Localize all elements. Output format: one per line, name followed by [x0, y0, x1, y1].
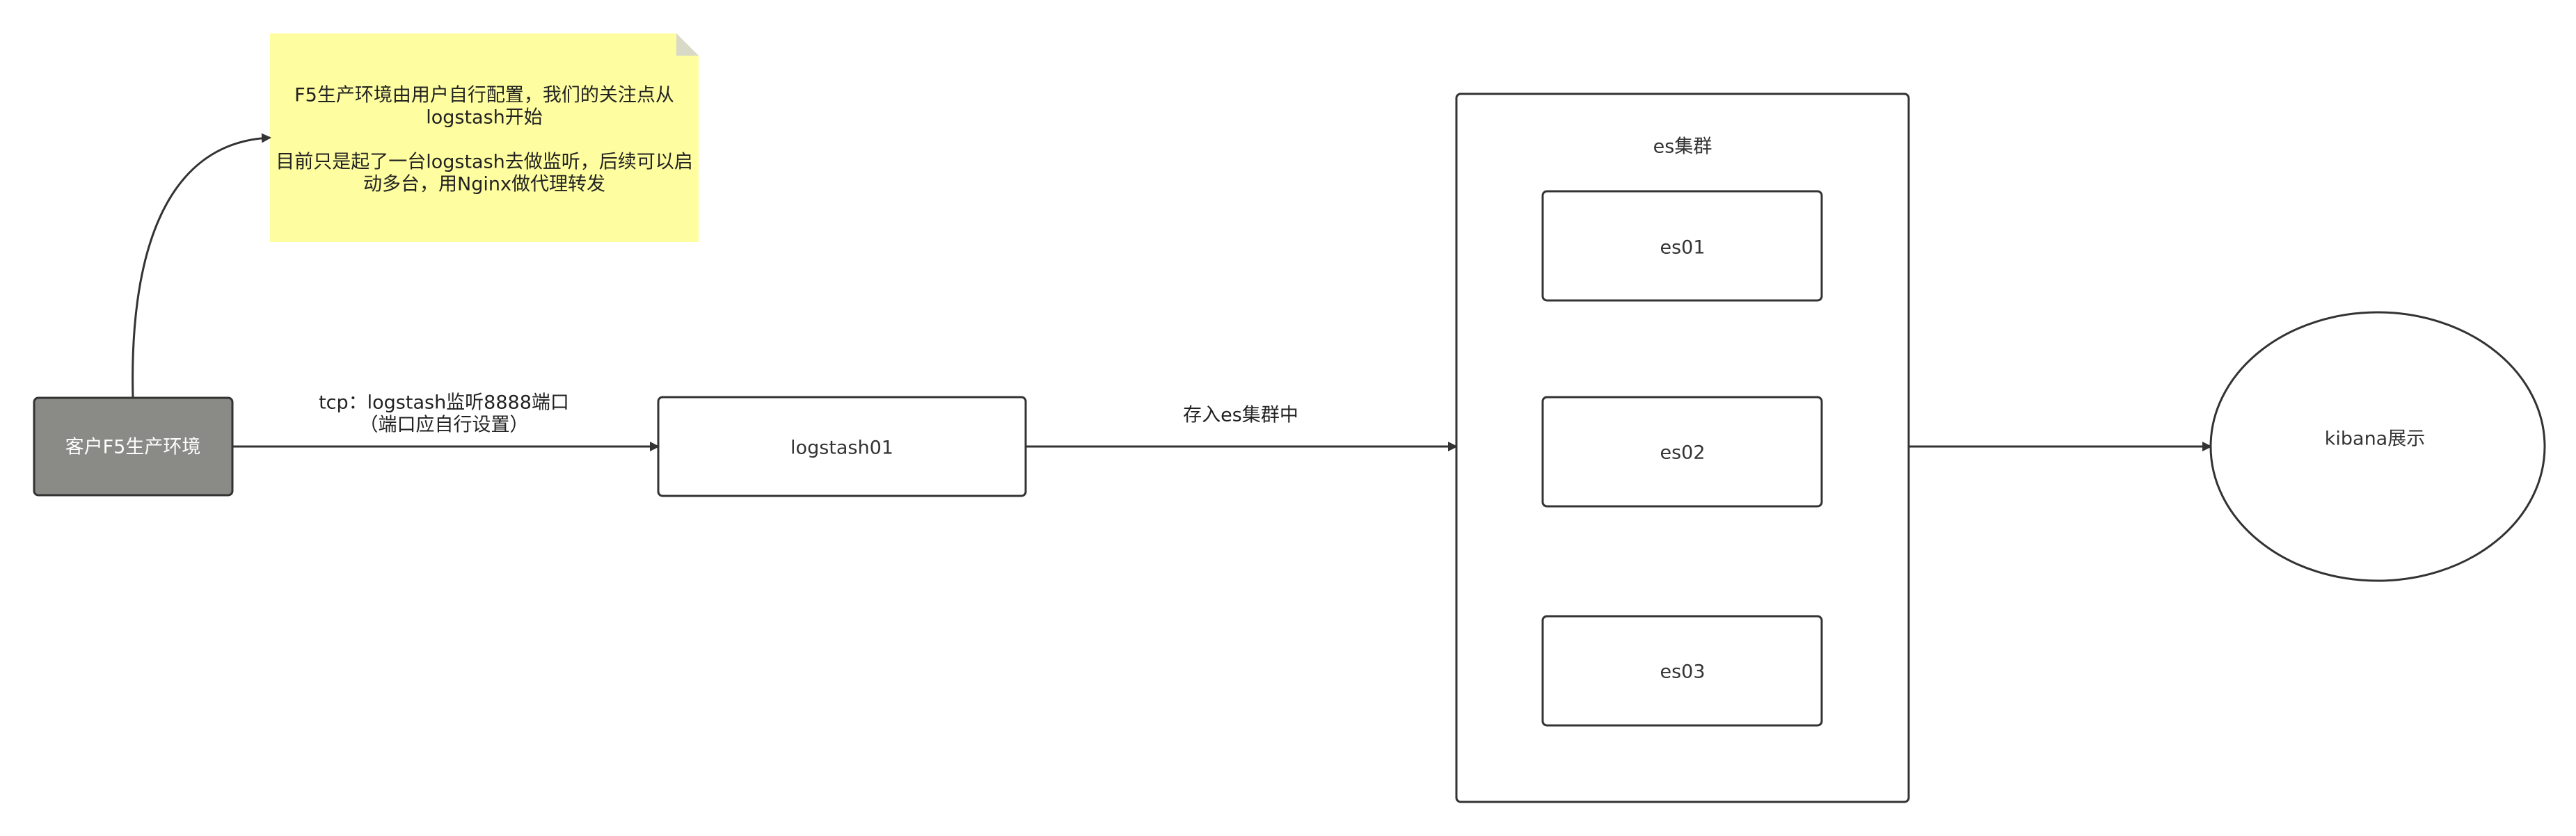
es02-label: es02 [1660, 442, 1705, 464]
node-client[interactable]: 客户F5生产环境 [33, 396, 234, 497]
note-line-3: 目前只是起了一台logstash去做监听，后续可以启 [276, 152, 693, 173]
logstash-label: logstash01 [790, 437, 893, 459]
cluster-label: es集群 [1653, 136, 1712, 158]
kibana-label: kibana展示 [2325, 428, 2425, 450]
architecture-diagram: F5生产环境由用户自行配置，我们的关注点从 logstash开始 目前只是起了一… [33, 33, 2546, 803]
edge-label-tcp: tcp：logstash监听8888端口 [319, 392, 569, 414]
note-line-2: logstash开始 [426, 107, 543, 129]
note-fold-corner [676, 33, 699, 56]
note-body [270, 33, 699, 242]
sticky-note[interactable]: F5生产环境由用户自行配置，我们的关注点从 logstash开始 目前只是起了一… [270, 33, 699, 242]
edge-client-to-note[interactable] [132, 133, 271, 399]
client-label: 客户F5生产环境 [65, 437, 201, 458]
node-kibana[interactable]: kibana展示 [2209, 311, 2546, 582]
es03-label: es03 [1660, 661, 1705, 683]
edge-label-port-note: （端口应自行设置） [360, 415, 529, 436]
node-logstash01[interactable]: logstash01 [657, 396, 1027, 497]
note-line-4: 动多台，用Nginx做代理转发 [363, 174, 605, 195]
node-es01[interactable]: es01 [1541, 190, 1823, 302]
node-es03[interactable]: es03 [1541, 615, 1823, 727]
es01-label: es01 [1660, 237, 1705, 259]
note-line-1: F5生产环境由用户自行配置，我们的关注点从 [294, 85, 674, 106]
edge-label-store: 存入es集群中 [1183, 405, 1298, 426]
node-es02[interactable]: es02 [1541, 396, 1823, 508]
